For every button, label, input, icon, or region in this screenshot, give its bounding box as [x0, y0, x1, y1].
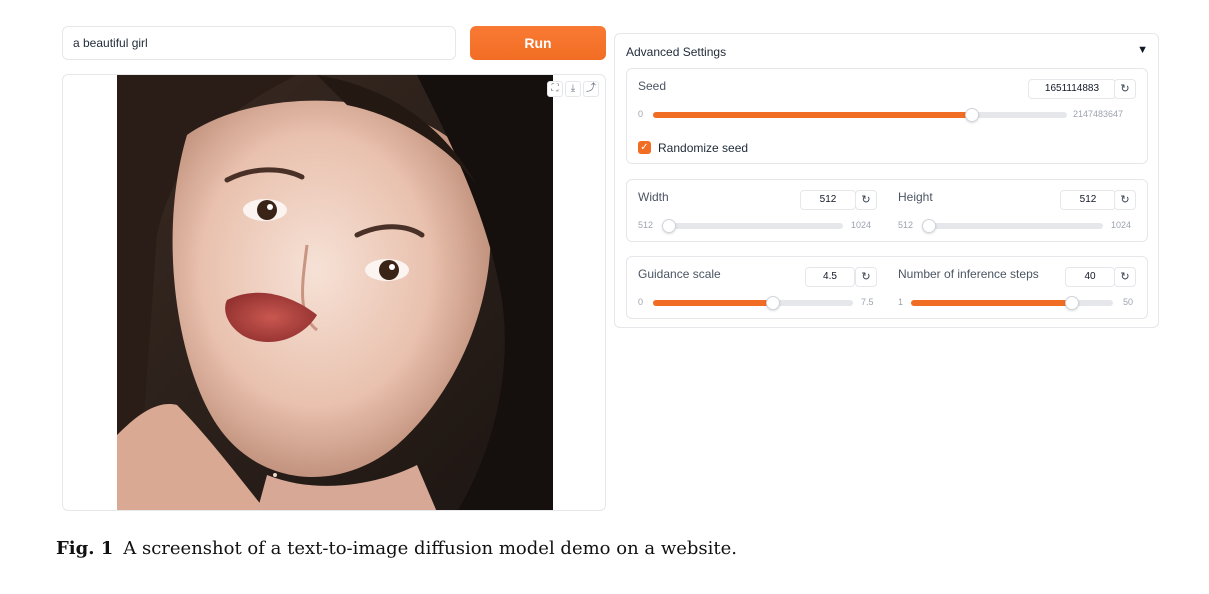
seed-slider-handle[interactable] [964, 108, 979, 122]
inference-steps-max: 50 [1123, 297, 1134, 307]
width-slider[interactable] [662, 219, 843, 233]
figure-caption: Fig. 1 A screenshot of a text-to-image di… [56, 538, 737, 559]
figure-caption-text: A screenshot of a text-to-image diffusio… [123, 538, 738, 559]
guidance-scale-label: Guidance scale [638, 267, 721, 281]
width-number-input[interactable]: 512 [800, 190, 856, 210]
width-slider-handle[interactable] [662, 219, 676, 233]
inference-steps-reset-button[interactable]: ↻ [1114, 267, 1136, 287]
seed-max: 2147483647 [1073, 109, 1124, 119]
height-reset-button[interactable]: ↻ [1114, 190, 1136, 210]
inference-steps-slider-fill [911, 300, 1072, 306]
width-min: 512 [638, 220, 654, 230]
advanced-settings-title[interactable]: Advanced Settings [626, 45, 726, 59]
prompt-input[interactable]: a beautiful girl [62, 26, 456, 60]
figure-label: Fig. 1 [56, 538, 114, 559]
seed-reset-button[interactable]: ↻ [1114, 79, 1136, 99]
seed-group: Seed 1651114883 ↻ 0 2147483647 ✓ Randomi… [626, 68, 1148, 164]
randomize-seed-checkbox[interactable]: ✓ [638, 141, 651, 154]
width-reset-button[interactable]: ↻ [855, 190, 877, 210]
inference-steps-min: 1 [898, 297, 904, 307]
guidance-scale-min: 0 [638, 297, 644, 307]
width-label: Width [638, 190, 669, 204]
collapse-caret-icon[interactable]: ▼ [1137, 44, 1148, 56]
share-icon[interactable]: ⤴ [583, 81, 599, 97]
guidance-scale-number-input[interactable]: 4.5 [805, 267, 855, 287]
height-label: Height [898, 190, 933, 204]
randomize-seed-label[interactable]: Randomize seed [658, 141, 748, 155]
guidance-scale-reset-button[interactable]: ↻ [855, 267, 877, 287]
height-number-input[interactable]: 512 [1060, 190, 1116, 210]
seed-min: 0 [638, 109, 644, 119]
generated-image [117, 75, 553, 510]
inference-steps-slider[interactable] [911, 296, 1113, 310]
guidance-scale-max: 7.5 [861, 297, 874, 307]
inference-steps-label: Number of inference steps [898, 267, 1039, 281]
width-max: 1024 [851, 220, 872, 230]
inference-steps-number-input[interactable]: 40 [1065, 267, 1115, 287]
seed-label: Seed [638, 79, 667, 93]
inference-group: Guidance scale 4.5 ↻ 0 7.5 Number of inf… [626, 256, 1148, 319]
inference-steps-slider-handle[interactable] [1064, 296, 1079, 310]
dimensions-group: Width 512 ↻ 512 1024 Height 512 ↻ 512 10… [626, 179, 1148, 242]
output-image-panel: ⛶ ⤓ ⤴ [62, 74, 606, 511]
height-slider-handle[interactable] [922, 219, 936, 233]
image-toolbar: ⛶ ⤓ ⤴ [547, 81, 599, 97]
guidance-scale-slider-fill [653, 300, 773, 306]
download-icon[interactable]: ⤓ [565, 81, 581, 97]
advanced-settings-panel: Advanced Settings ▼ Seed 1651114883 ↻ 0 … [614, 33, 1159, 328]
run-button[interactable]: Run [470, 26, 606, 60]
seed-slider-fill [653, 112, 972, 118]
seed-number-input[interactable]: 1651114883 [1028, 79, 1116, 99]
height-max: 1024 [1111, 220, 1132, 230]
fullscreen-icon[interactable]: ⛶ [547, 81, 563, 97]
guidance-scale-slider[interactable] [653, 296, 853, 310]
height-min: 512 [898, 220, 914, 230]
seed-slider[interactable] [653, 108, 1067, 122]
height-slider[interactable] [922, 219, 1103, 233]
guidance-scale-slider-handle[interactable] [766, 296, 780, 310]
